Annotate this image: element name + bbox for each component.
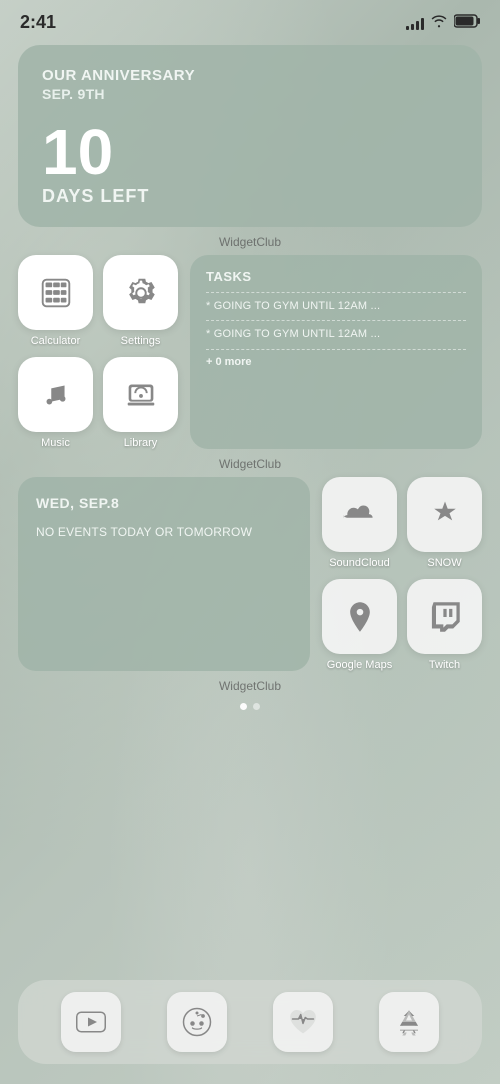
twitch-app[interactable]: Twitch	[407, 579, 482, 671]
snow-icon	[427, 497, 463, 533]
signal-icon	[406, 16, 424, 30]
library-label: Library	[124, 437, 158, 449]
task-item-1: * Going to Gym Until 12am ...	[206, 299, 466, 314]
snow-icon-box[interactable]	[407, 477, 482, 552]
music-label: Music	[41, 437, 70, 449]
twitch-label: Twitch	[429, 659, 460, 671]
page-indicator	[18, 703, 482, 710]
soundcloud-label: SoundCloud	[329, 557, 390, 569]
task-divider-3	[206, 349, 466, 350]
appstore-dock-app[interactable]	[379, 992, 439, 1052]
anniversary-title: Our anniversary	[42, 67, 458, 84]
snow-label: SNOW	[427, 557, 461, 569]
soundcloud-icon-box[interactable]	[322, 477, 397, 552]
widget-club-label-2: WidgetClub	[18, 457, 482, 471]
library-app[interactable]: Library	[103, 357, 178, 449]
soundcloud-icon	[342, 497, 378, 533]
battery-icon	[454, 14, 480, 31]
middle-section: Calculator Settings	[18, 255, 482, 449]
soundcloud-app[interactable]: SoundCloud	[322, 477, 397, 569]
maps-icon	[342, 599, 378, 635]
reddit-icon	[182, 1007, 212, 1037]
library-icon	[122, 376, 160, 414]
anniversary-date: Sep. 9th	[42, 86, 458, 102]
snow-app[interactable]: SNOW	[407, 477, 482, 569]
settings-icon-box[interactable]	[103, 255, 178, 330]
calculator-app[interactable]: Calculator	[18, 255, 93, 347]
googlemaps-label: Google Maps	[327, 659, 392, 671]
youtube-icon	[76, 1007, 106, 1037]
settings-label: Settings	[121, 335, 161, 347]
task-divider-1	[206, 292, 466, 293]
apps-row-2: Music Library	[18, 357, 178, 449]
music-icon	[37, 376, 75, 414]
calculator-label: Calculator	[31, 335, 81, 347]
widget-club-label-3: WidgetClub	[18, 679, 482, 693]
tasks-widget[interactable]: Tasks * Going to Gym Until 12am ... * Go…	[190, 255, 482, 449]
wifi-icon	[430, 14, 448, 32]
calendar-event: No events today or tomorrow	[36, 523, 292, 541]
small-icons-grid: SoundCloud SNOW Google Maps	[322, 477, 482, 671]
task-more: + 0 more	[206, 356, 466, 368]
bottom-widget-section: Wed, Sep.8 No events today or tomorrow S…	[18, 477, 482, 671]
settings-icon	[122, 274, 160, 312]
status-bar: 2:41	[0, 0, 500, 37]
twitch-icon-box[interactable]	[407, 579, 482, 654]
main-content: Our anniversary Sep. 9th 10 Days left Wi…	[0, 45, 500, 710]
calculator-icon	[37, 274, 75, 312]
widget-club-label-1: WidgetClub	[18, 235, 482, 249]
status-icons	[406, 14, 480, 32]
days-number: 10	[42, 120, 458, 184]
calendar-day: Wed, Sep.8	[36, 495, 292, 511]
page-dot-1	[240, 703, 247, 710]
task-item-2: * Going to Gym Until 12am ...	[206, 327, 466, 342]
days-label: Days left	[42, 186, 458, 207]
calculator-icon-box[interactable]	[18, 255, 93, 330]
googlemaps-app[interactable]: Google Maps	[322, 579, 397, 671]
anniversary-widget[interactable]: Our anniversary Sep. 9th 10 Days left	[18, 45, 482, 227]
tasks-title: Tasks	[206, 269, 466, 284]
calendar-widget[interactable]: Wed, Sep.8 No events today or tomorrow	[18, 477, 310, 671]
status-time: 2:41	[20, 12, 56, 33]
youtube-dock-app[interactable]	[61, 992, 121, 1052]
page-dot-2	[253, 703, 260, 710]
library-icon-box[interactable]	[103, 357, 178, 432]
apps-row-1: Calculator Settings	[18, 255, 178, 347]
health-dock-app[interactable]	[273, 992, 333, 1052]
dock	[18, 980, 482, 1064]
apps-grid: Calculator Settings	[18, 255, 178, 449]
googlemaps-icon-box[interactable]	[322, 579, 397, 654]
appstore-icon	[394, 1007, 424, 1037]
twitch-icon	[427, 599, 463, 635]
task-divider-2	[206, 320, 466, 321]
music-icon-box[interactable]	[18, 357, 93, 432]
health-icon	[288, 1007, 318, 1037]
settings-app[interactable]: Settings	[103, 255, 178, 347]
music-app[interactable]: Music	[18, 357, 93, 449]
reddit-dock-app[interactable]	[167, 992, 227, 1052]
